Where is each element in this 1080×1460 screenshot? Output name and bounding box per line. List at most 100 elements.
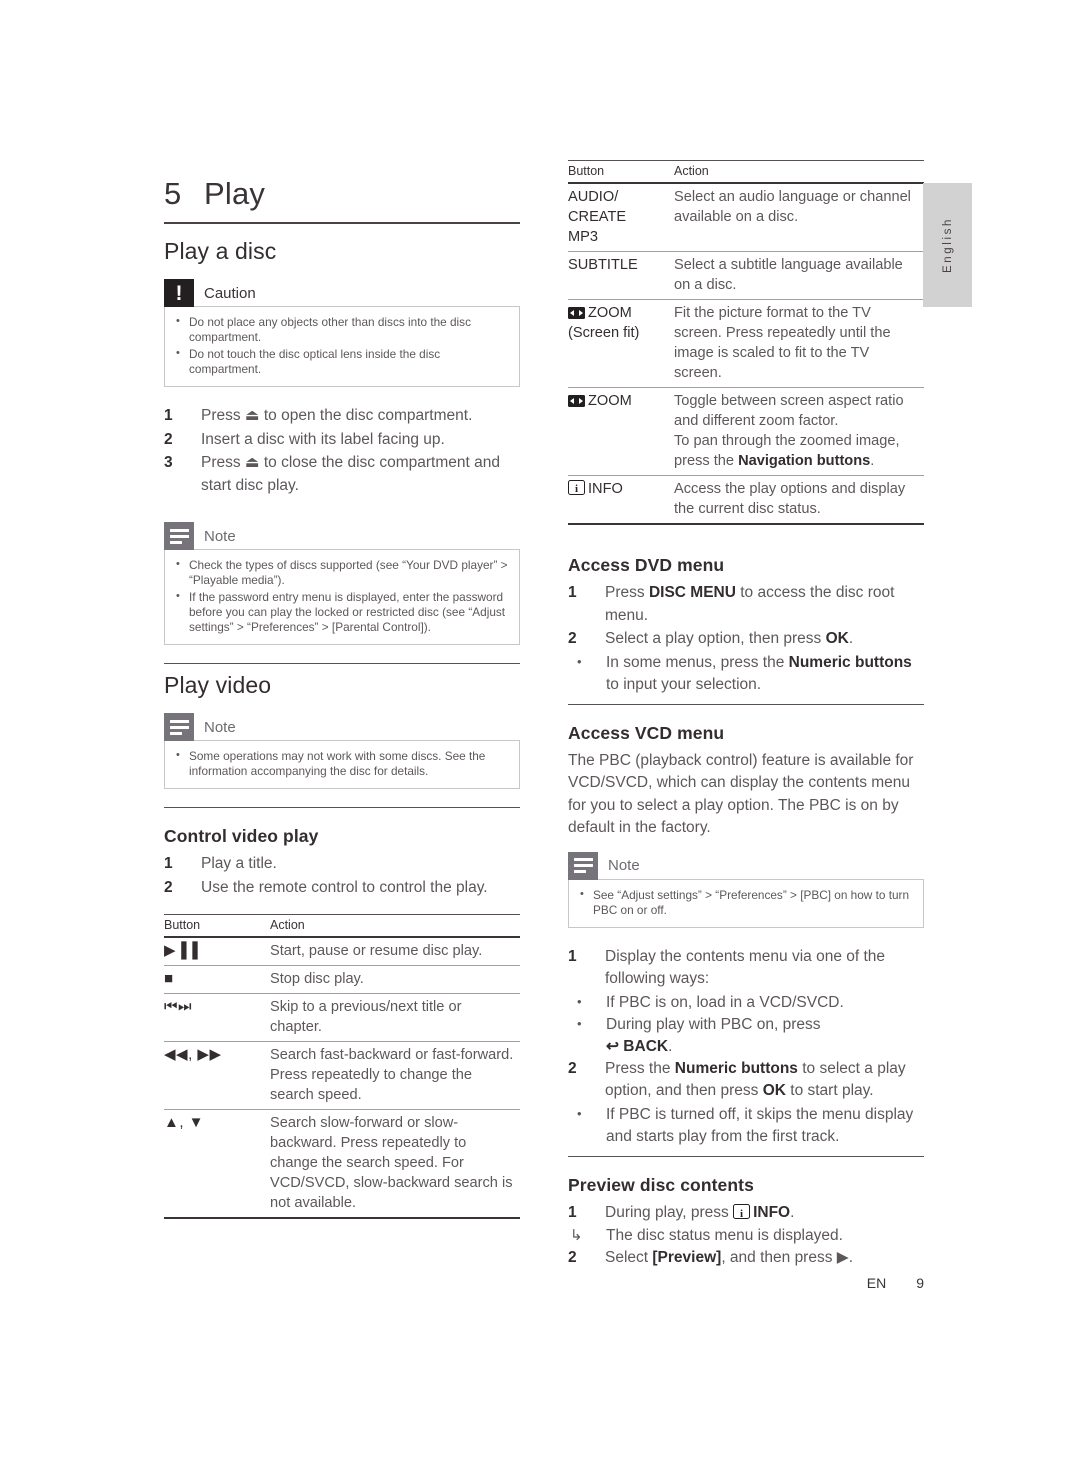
language-tab-label: English <box>941 217 954 273</box>
table-row: INFO Access the play options and display… <box>568 475 924 525</box>
info-icon <box>733 1203 751 1225</box>
page-footer: EN 9 <box>568 1275 924 1291</box>
table-row: ▲, ▼ Search slow-forward or slow-backwar… <box>164 1109 520 1219</box>
note-box-play-video: Note Some operations may not work with s… <box>164 713 520 789</box>
table-cell-button: ZOOM <box>568 387 674 476</box>
step-number: 2 <box>568 1059 577 1077</box>
step-text: Press DISC MENU to access the disc root … <box>605 584 895 624</box>
caution-body: Do not place any objects other than disc… <box>164 306 520 387</box>
button-label-line: AUDIO/ <box>568 189 619 205</box>
numeric-buttons-emphasis: Numeric buttons <box>674 1059 798 1077</box>
step-number: 2 <box>568 630 577 647</box>
note-header: Note <box>164 713 520 741</box>
step-text: Insert a disc with its label facing up. <box>201 430 445 448</box>
exclamation-glyph: ! <box>175 281 183 305</box>
step-item: 1 Display the contents menu via one of t… <box>568 946 924 991</box>
up-down-icon: ▲, ▼ <box>164 1109 270 1219</box>
disc-menu-emphasis: DISC MENU <box>648 584 736 601</box>
button-label-line: SUBTITLE <box>568 257 638 273</box>
access-dvd-menu-steps: 1 Press DISC MENU to access the disc roo… <box>568 582 924 651</box>
step-number: 2 <box>164 430 173 448</box>
note-lines-glyph <box>169 719 189 735</box>
step-item: 2 Select a play option, then press OK. <box>568 628 924 651</box>
step-number: 3 <box>164 454 173 471</box>
button-label-line: ZOOM <box>568 303 668 323</box>
step-text: Select a play option, then press OK. <box>605 630 854 647</box>
skip-previous-next-icon: ⏮⏭ <box>164 993 270 1042</box>
table-cell-action: Toggle between screen aspect ratio and d… <box>674 387 924 476</box>
result-arrow-icon: ↳ <box>570 1227 583 1244</box>
subsection-heading-access-dvd-menu: Access DVD menu <box>568 555 725 575</box>
table-cell-action: Start, pause or resume disc play. <box>270 937 520 966</box>
table-header-row: Button Action <box>568 161 924 184</box>
step-item: 1 Press ⏏ to open the disc compartment. <box>164 405 520 428</box>
substep-text: In some menus, press the Numeric buttons… <box>606 653 912 693</box>
title-divider <box>164 222 520 224</box>
table-row: ZOOM (Screen fit) Fit the picture format… <box>568 299 924 388</box>
substep-text: If PBC is on, load in a VCD/SVCD. <box>606 993 844 1011</box>
list-item: • In some menus, press the Numeric butto… <box>568 652 924 696</box>
list-item: Do not place any objects other than disc… <box>173 314 509 345</box>
column-header-action: Action <box>270 914 520 938</box>
table-cell-button: ZOOM (Screen fit) <box>568 299 674 388</box>
note-icon <box>164 713 194 741</box>
list-item: Check the types of discs supported (see … <box>173 557 509 588</box>
note-icon <box>568 851 598 880</box>
subsection-heading-control-video-play: Control video play <box>164 826 319 846</box>
section-heading-play-a-disc: Play a disc <box>164 238 277 264</box>
note-body: See “Adjust settings” > “Preferences” > … <box>568 878 924 928</box>
caution-icon: ! <box>164 279 194 307</box>
control-video-play-steps: 1 Play a title. 2 Use the remote control… <box>164 853 520 899</box>
note-header: Note <box>164 522 520 550</box>
button-label-line: ZOOM <box>568 391 668 411</box>
step-number: 1 <box>568 1203 577 1221</box>
step-item: 2 Insert a disc with its label facing up… <box>164 429 520 452</box>
caution-box: ! Caution Do not place any objects other… <box>164 279 520 387</box>
step-text: Use the remote control to control the pl… <box>201 878 488 896</box>
list-item: If the password entry menu is displayed,… <box>173 589 509 635</box>
column-header-button: Button <box>568 161 674 184</box>
step-item: 3 Press ⏏ to close the disc compartment … <box>164 452 520 497</box>
table-cell-action: Select a subtitle language available on … <box>674 251 924 300</box>
step-number: 2 <box>164 878 173 896</box>
zoom-icon <box>568 307 585 319</box>
bullet-glyph: • <box>577 1015 582 1031</box>
note-lines-glyph <box>573 858 593 873</box>
access-vcd-menu-steps-2: 2 Press the Numeric buttons to select a … <box>568 1058 924 1103</box>
step-text: Select [Preview], and then press ▶. <box>605 1249 854 1266</box>
step-number: 2 <box>568 1249 577 1266</box>
step-text: Display the contents menu via one of the… <box>605 947 886 988</box>
info-icon <box>568 479 585 499</box>
list-item: • If PBC is turned off, it skips the men… <box>568 1104 924 1148</box>
table-cell-button: INFO <box>568 475 674 525</box>
subsection-heading-preview-disc-contents: Preview disc contents <box>568 1174 754 1195</box>
note-header: Note <box>568 851 924 880</box>
bullet-glyph: • <box>577 1105 582 1121</box>
note-label: Note <box>204 718 236 736</box>
footer-locale: EN <box>866 1275 887 1291</box>
chapter-number: 5 <box>164 176 182 211</box>
ok-emphasis: OK <box>762 1082 786 1099</box>
column-header-action: Action <box>674 161 924 184</box>
navigation-buttons-emphasis: Navigation buttons <box>738 453 871 469</box>
language-tab: English <box>923 183 972 307</box>
table-cell-button: AUDIO/ CREATE MP3 <box>568 183 674 252</box>
table-row: ◀◀, ▶▶ Search fast-backward or fast-forw… <box>164 1041 520 1110</box>
note-lines-glyph <box>169 528 189 544</box>
access-vcd-menu-substeps-1: • If PBC is on, load in a VCD/SVCD. • Du… <box>568 992 924 1058</box>
access-vcd-menu-paragraph: The PBC (playback control) feature is av… <box>568 751 914 837</box>
list-item: • During play with PBC on, press ↩ BACK. <box>568 1014 924 1058</box>
preview-disc-contents-steps: 1 During play, press INFO. <box>568 1202 924 1226</box>
step-item: 1 During play, press INFO. <box>568 1202 924 1226</box>
back-arrow-icon: ↩ <box>606 1037 619 1055</box>
preview-disc-contents-steps-2: 2 Select [Preview], and then press ▶. <box>568 1247 924 1270</box>
note-body: Check the types of discs supported (see … <box>164 549 520 645</box>
list-item: • If PBC is on, load in a VCD/SVCD. <box>568 992 924 1014</box>
footer-page-number: 9 <box>916 1275 924 1291</box>
remote-button-table: Button Action ▶▐▐ Start, pause or resume… <box>164 914 520 1219</box>
numeric-buttons-emphasis: Numeric buttons <box>788 653 912 671</box>
table-cell-action: Access the play options and display the … <box>674 475 924 525</box>
step-text: Press ⏏ to close the disc compartment an… <box>201 454 500 494</box>
step-text: Press ⏏ to open the disc compartment. <box>201 407 473 424</box>
note-icon <box>164 522 194 550</box>
